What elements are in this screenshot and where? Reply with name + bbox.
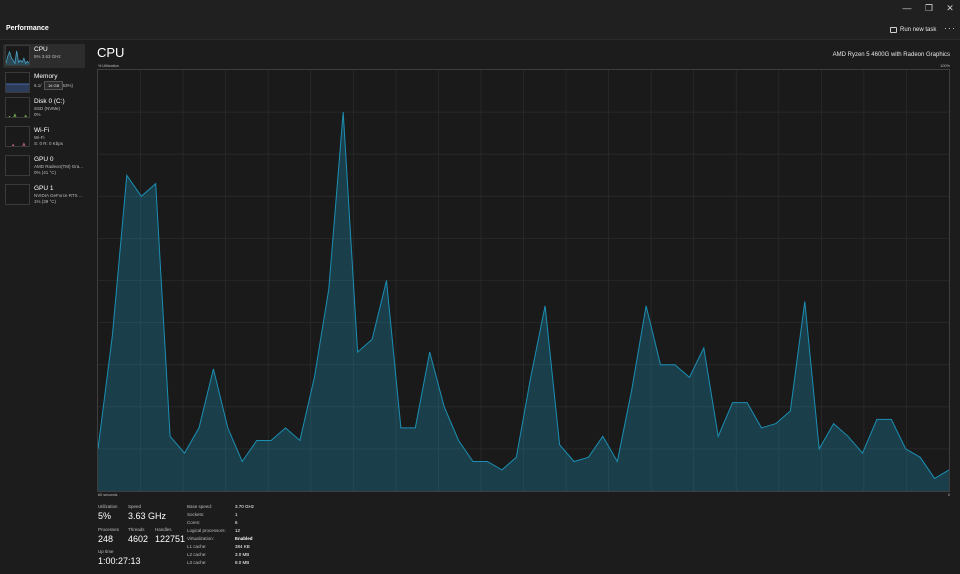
cpu-utilization-graph [97,69,950,492]
spec-value: 12 [235,528,241,533]
spec-value: 6 [235,520,238,525]
sidebar-item-detail: SSD (NVMe) [34,106,61,111]
utilization-axis-label: % Utilization [98,64,119,68]
utilization-value: 5% [98,511,112,521]
sidebar-item-label: Wi-Fi [34,127,50,134]
title-bar: — ❐ ✕ [0,0,960,20]
disk-thumbnail [5,97,30,118]
run-new-task-label: Run new task [900,27,937,33]
spec-value: 384 KB [235,544,250,549]
utilization-label: Utilization [98,504,118,509]
spec-key: L2 cache: [187,552,207,557]
sparkline-area [6,204,30,205]
sidebar-item-label: Memory [34,73,58,80]
spec-value: 8.0 MB [235,560,250,565]
more-options-icon[interactable]: ··· [944,23,956,33]
sidebar-item-detail: 5% 3.63 GHz [34,54,61,59]
processes-value: 248 [98,534,114,544]
sidebar-item-gpu-0[interactable]: GPU 0 AMD Radeon(TM) Gra... 0% (41 °C) [3,154,85,178]
cpu-thumbnail [5,45,30,66]
cpu-model-name: AMD Ryzen 5 4600G with Radeon Graphics [832,52,950,58]
spec-key: Sockets: [187,512,205,517]
sidebar-item-wifi[interactable]: Wi-Fi Wi-Fi S: 0 R: 0 Kbps [3,125,85,149]
axis-min-label: 0 [947,493,950,497]
run-new-task-button[interactable]: Run new task [890,24,936,36]
spec-key: Virtualization: [187,536,214,541]
sidebar-item-detail: Wi-Fi [34,135,45,140]
threads-label: Threads [128,527,145,532]
uptime-value: 1:00:27:13 [98,556,141,566]
speed-label: Speed [128,504,142,509]
spec-key: Logical processors: [187,528,226,533]
spec-key: L3 cache: [187,560,207,565]
sidebar-item-gpu-1[interactable]: GPU 1 NVIDIA GeForce RTX ... 1% (39 °C) [3,183,85,207]
spec-key: L1 cache: [187,544,207,549]
sidebar: CPU 5% 3.63 GHz Memory 6.1/ (53%) Disk 0… [0,40,88,574]
sidebar-item-detail-2: 0% [34,112,41,117]
sparkline-line [8,113,27,117]
sparkline-area [6,84,29,92]
spec-key: Cores: [187,520,201,525]
sidebar-item-detail: NVIDIA GeForce RTX ... [34,193,83,198]
sparkline-area [12,143,25,146]
sidebar-item-label: GPU 1 [34,185,54,192]
page-title: Performance [6,25,49,32]
gpu-0-thumbnail [5,155,30,176]
handles-value: 122751 [155,534,186,544]
restore-icon[interactable]: ❐ [922,3,936,14]
spec-value: 3.0 MB [235,552,250,557]
sidebar-item-detail-2: 1% (39 °C) [34,199,57,204]
cpu-graph-svg [98,70,949,491]
cpu-heading: CPU [97,45,125,60]
close-icon[interactable]: ✕ [943,3,957,14]
spec-value: Enabled [235,536,253,541]
time-axis-label: 60 seconds [98,493,118,497]
handles-label: Handles [155,527,172,532]
uptime-label: Up time [98,549,114,554]
spec-key: Base speed: [187,504,213,509]
minimize-icon[interactable]: — [900,3,914,13]
run-task-icon [890,27,897,33]
sidebar-item-cpu[interactable]: CPU 5% 3.63 GHz [3,44,85,68]
wifi-thumbnail [5,126,30,147]
sidebar-item-detail-2: 0% (41 °C) [34,170,57,175]
sidebar-item-detail: AMD Radeon(TM) Gra... [34,164,84,169]
sidebar-item-detail-2: S: 0 R: 0 Kbps [34,141,64,146]
threads-value: 4602 [128,534,149,544]
sparkline-line [7,142,26,146]
processes-label: Processes [98,527,120,532]
memory-tooltip: 16 GB [44,81,64,90]
sidebar-item-label: CPU [34,46,48,53]
spec-value: 1 [235,512,238,517]
sidebar-item-detail: 6.1/ [34,83,42,88]
sidebar-item-disk[interactable]: Disk 0 (C:) SSD (NVMe) 0% [3,96,85,120]
memory-thumbnail [5,72,30,93]
sidebar-item-label: GPU 0 [34,156,54,163]
header: Performance Run new task ··· [0,20,960,40]
axis-max-label: 100% [940,64,950,68]
speed-value: 3.63 GHz [128,511,167,521]
sidebar-item-label: Disk 0 (C:) [34,98,65,105]
spec-value: 3.70 GHz [235,504,255,509]
gpu-1-thumbnail [5,184,30,205]
